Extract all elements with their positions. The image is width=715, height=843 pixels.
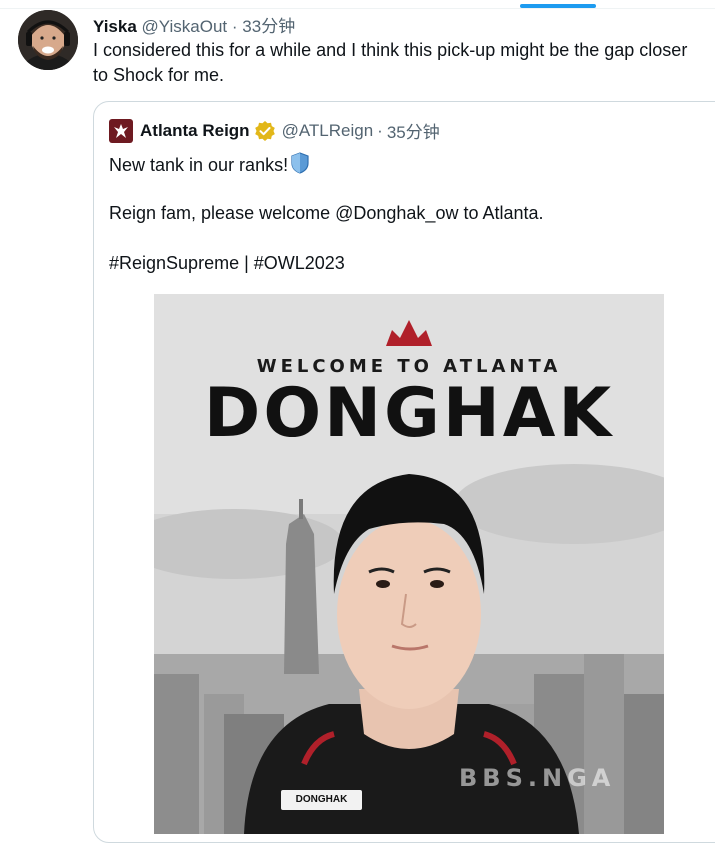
quoted-text-line-2: Reign fam, please welcome @Donghak_ow to… [109, 203, 544, 223]
tweet-text: I considered this for a while and I thin… [93, 40, 688, 85]
watermark: BBS.NGA [459, 764, 616, 792]
avatar[interactable] [18, 10, 78, 70]
quoted-text-line-1-text: New tank in our ranks! [109, 155, 289, 175]
atlanta-reign-logo-icon[interactable] [109, 118, 133, 143]
quoted-timestamp[interactable]: 35分钟 [387, 118, 440, 143]
author-name[interactable]: Yiska [93, 17, 137, 36]
tweet-header: Yiska @YiskaOut · 33分钟 [93, 12, 295, 37]
top-divider [0, 8, 715, 9]
quoted-text-line-3: #ReignSupreme | #OWL2023 [109, 253, 345, 273]
quoted-text-line-1: New tank in our ranks! [109, 152, 310, 179]
author-handle[interactable]: @YiskaOut [142, 17, 228, 36]
quoted-tweet-header: Atlanta Reign @ATLReign · 35分钟 [109, 118, 440, 143]
quoted-author-name[interactable]: Atlanta Reign [140, 121, 250, 141]
verified-badge-icon [254, 120, 275, 141]
quoted-tweet-card[interactable]: Atlanta Reign @ATLReign · 35分钟 New tank … [93, 101, 715, 843]
jersey-name-tag: DONGHAK [281, 790, 362, 810]
user-avatar-icon [18, 10, 78, 70]
quoted-author-handle[interactable]: @ATLReign [282, 121, 374, 141]
quoted-separator-dot: · [377, 120, 383, 140]
timestamp[interactable]: 33分钟 [242, 17, 295, 36]
active-tab-indicator [520, 4, 596, 8]
shield-emoji-icon [290, 152, 310, 179]
separator-dot: · [231, 17, 238, 36]
player-name-title: DONGHAK [203, 374, 615, 453]
tweet-media-image[interactable]: WELCOME TO ATLANTA DONGHAK DONGHAK BBS.N… [154, 294, 664, 834]
